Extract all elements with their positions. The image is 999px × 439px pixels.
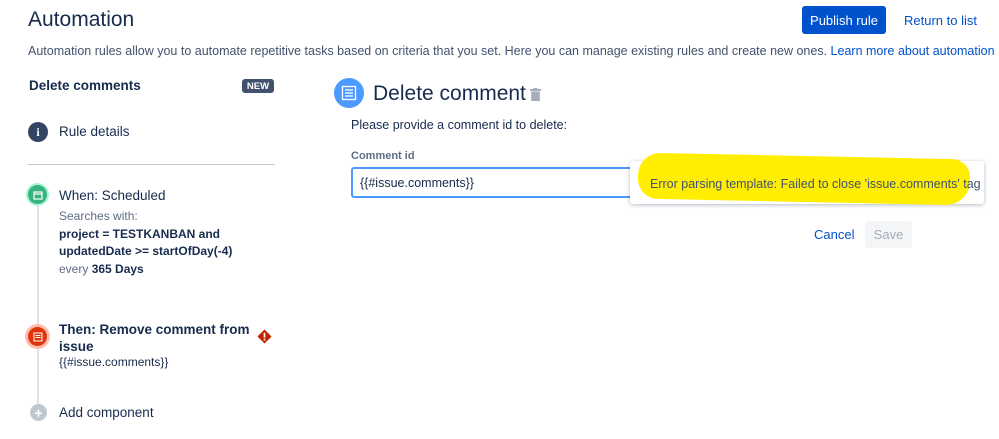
rule-details-item[interactable]: Rule details (59, 124, 130, 139)
calendar-icon[interactable] (28, 185, 47, 204)
trash-icon[interactable] (530, 88, 541, 101)
comment-id-input[interactable] (351, 167, 651, 198)
return-to-list-link[interactable]: Return to list (904, 13, 977, 28)
save-button[interactable]: Save (865, 221, 912, 248)
trigger-schedule: every 365 Days (59, 262, 144, 276)
trigger-title[interactable]: When: Scheduled (59, 188, 166, 203)
learn-more-link[interactable]: Learn more about automation (831, 44, 995, 58)
publish-rule-button[interactable]: Publish rule (802, 6, 886, 34)
schedule-prefix: every (59, 262, 89, 276)
component-prompt: Please provide a comment id to delete: (351, 118, 568, 132)
trigger-subtitle: Searches with: (59, 209, 138, 223)
comment-id-label: Comment id (351, 150, 415, 162)
comment-component-icon (334, 78, 364, 108)
page-description: Automation rules allow you to automate r… (28, 44, 995, 58)
page-title: Automation (28, 8, 135, 31)
error-warning-icon (257, 329, 272, 344)
add-icon[interactable]: + (30, 404, 47, 421)
component-timeline (37, 204, 39, 410)
rule-name: Delete comments (29, 78, 141, 93)
new-badge: NEW (242, 79, 274, 93)
cancel-button[interactable]: Cancel (814, 227, 854, 242)
description-text: Automation rules allow you to automate r… (28, 44, 828, 58)
action-title[interactable]: Then: Remove comment from issue (59, 321, 254, 355)
error-message: Error parsing template: Failed to close … (650, 177, 981, 191)
comment-action-icon[interactable] (28, 327, 47, 346)
sidebar-divider (28, 164, 275, 165)
info-icon[interactable]: i (28, 122, 48, 142)
add-component-link[interactable]: Add component (59, 405, 154, 420)
action-subtitle: {{#issue.comments}} (59, 355, 169, 369)
schedule-value: 365 Days (91, 262, 144, 276)
component-title: Delete comment (373, 82, 526, 105)
trigger-jql: project = TESTKANBAN and updatedDate >= … (59, 227, 233, 258)
